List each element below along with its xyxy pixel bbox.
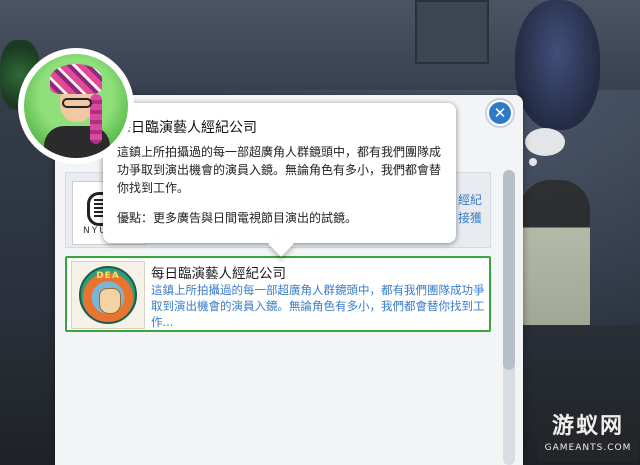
tooltip-title: 每日臨演藝人經紀公司 bbox=[117, 120, 257, 136]
badge-letters: DEA bbox=[96, 271, 120, 281]
thought-bubble-icon bbox=[525, 128, 565, 166]
agency-logo: DEA bbox=[71, 261, 145, 329]
list-item-description-fragment: 經紀 接獲 bbox=[452, 191, 482, 227]
avatar-hat bbox=[50, 64, 102, 94]
teddy-bear bbox=[515, 0, 600, 130]
avatar[interactable] bbox=[24, 54, 128, 158]
hand-icon bbox=[99, 288, 121, 314]
close-icon[interactable]: ✕ bbox=[489, 102, 511, 124]
avatar-glasses bbox=[62, 98, 92, 108]
agency-title: 每日臨演藝人經紀公司 bbox=[151, 266, 286, 282]
close-button[interactable]: ✕ bbox=[485, 98, 515, 128]
scrollbar-thumb[interactable] bbox=[503, 170, 515, 370]
list-scrollbar[interactable] bbox=[503, 170, 515, 465]
site-watermark: 游蚁网 GAMEANTS.COM bbox=[538, 412, 638, 462]
shelf bbox=[415, 0, 489, 64]
tooltip-benefit: 優點：更多廣告與日間電視節目演出的試鏡。 bbox=[117, 211, 358, 225]
list-item-selected[interactable]: DEA 每日臨演藝人經紀公司 這鎮上所拍攝過的每一部超廣角人群鏡頭中，都有我們團… bbox=[65, 256, 491, 332]
agency-tooltip: 每日臨演藝人經紀公司 這鎮上所拍攝過的每一部超廣角人群鏡頭中，都有我們團隊成功爭… bbox=[103, 103, 456, 243]
watermark-domain: GAMEANTS.COM bbox=[544, 443, 632, 453]
tooltip-body: 這鎮上所拍攝過的每一部超廣角人群鏡頭中，都有我們團隊成功爭取到演出機會的演員入鏡… bbox=[117, 145, 442, 195]
shaka-hand-icon: DEA bbox=[79, 266, 137, 324]
description-fragment-line: 經紀 bbox=[457, 193, 482, 207]
description-fragment-line: 接獲 bbox=[457, 211, 482, 225]
agency-description: 這鎮上所拍攝過的每一部超廣角人群鏡頭中，都有我們團隊成功爭取到演出機會的演員入鏡… bbox=[151, 283, 485, 329]
watermark-logo: 游蚁网 bbox=[551, 414, 624, 439]
